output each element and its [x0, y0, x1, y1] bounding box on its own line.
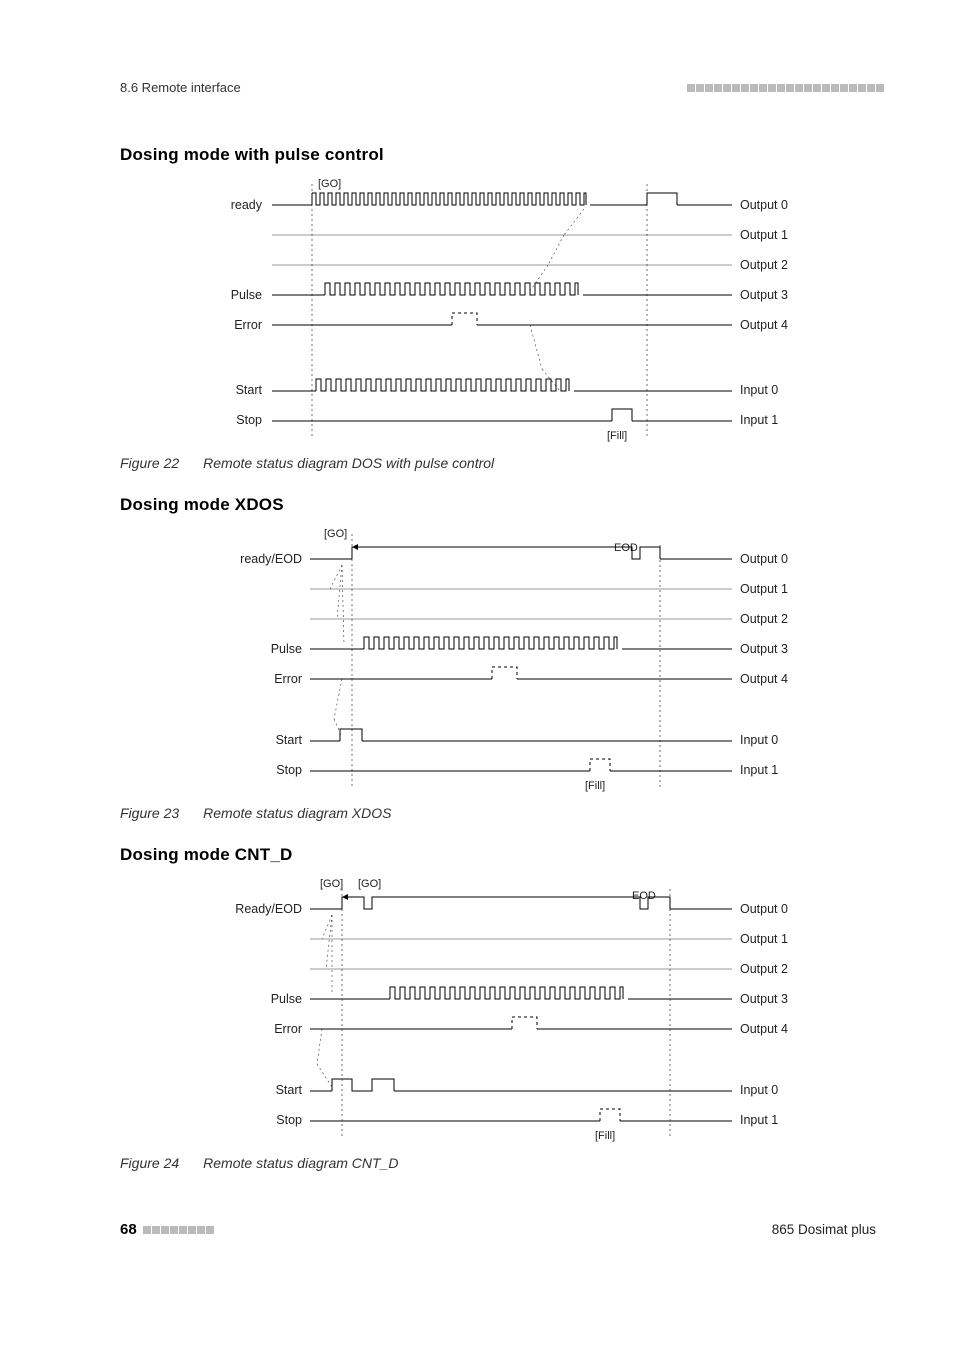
- label-out3: Output 3: [740, 992, 788, 1006]
- label-stop: Stop: [236, 413, 262, 427]
- label-out2: Output 2: [740, 612, 788, 626]
- label-error: Error: [274, 672, 302, 686]
- label-out1: Output 1: [740, 582, 788, 596]
- label-ready-eod: ready/EOD: [240, 552, 302, 566]
- label-pulse: Pulse: [271, 642, 302, 656]
- section-heading-3: Dosing mode CNT_D: [120, 845, 884, 865]
- figure-22-caption: Figure 22Remote status diagram DOS with …: [120, 455, 884, 471]
- label-stop: Stop: [276, 1113, 302, 1127]
- label-output2: Output 2: [740, 258, 788, 272]
- label-output0: Output 0: [740, 198, 788, 212]
- figure-24-caption: Figure 24Remote status diagram CNT_D: [120, 1155, 884, 1171]
- doc-title: 865 Dosimat plus: [772, 1222, 876, 1237]
- section-heading-1: Dosing mode with pulse control: [120, 145, 884, 165]
- label-out0: Output 0: [740, 552, 788, 566]
- label-in1: Input 1: [740, 1113, 778, 1127]
- label-stop: Stop: [276, 763, 302, 777]
- label-out3: Output 3: [740, 642, 788, 656]
- label-go2: [GO]: [358, 878, 381, 890]
- label-ready-eod: Ready/EOD: [235, 902, 302, 916]
- header-ornament: [687, 84, 884, 92]
- label-error: Error: [274, 1022, 302, 1036]
- label-out0: Output 0: [740, 902, 788, 916]
- diagram-cntd: [GO] [GO] EOD Ready/EOD Output 0 Output …: [192, 869, 812, 1149]
- label-start: Start: [236, 383, 263, 397]
- label-ready: ready: [231, 198, 263, 212]
- label-input0: Input 0: [740, 383, 778, 397]
- label-out4: Output 4: [740, 1022, 788, 1036]
- label-go1: [GO]: [320, 878, 343, 890]
- label-start: Start: [276, 733, 303, 747]
- label-out1: Output 1: [740, 932, 788, 946]
- label-error: Error: [234, 318, 262, 332]
- section-heading-2: Dosing mode XDOS: [120, 495, 884, 515]
- label-output4: Output 4: [740, 318, 788, 332]
- label-fill: [Fill]: [607, 430, 627, 442]
- label-go: [GO]: [324, 528, 347, 540]
- footer-ornament: [143, 1226, 214, 1234]
- label-eod: EOD: [614, 542, 638, 554]
- label-eod: EOD: [632, 890, 656, 902]
- label-in0: Input 0: [740, 733, 778, 747]
- label-output3: Output 3: [740, 288, 788, 302]
- label-out2: Output 2: [740, 962, 788, 976]
- label-pulse: Pulse: [231, 288, 262, 302]
- label-fill: [Fill]: [595, 1130, 615, 1142]
- header-section: 8.6 Remote interface: [120, 80, 241, 95]
- label-out4: Output 4: [740, 672, 788, 686]
- label-pulse: Pulse: [271, 992, 302, 1006]
- diagram-xdos: [GO] EOD ready/EOD Output 0 Output 1 Out…: [192, 519, 812, 799]
- page-number: 68: [120, 1221, 137, 1238]
- label-in1: Input 1: [740, 763, 778, 777]
- label-output1: Output 1: [740, 228, 788, 242]
- figure-23-caption: Figure 23Remote status diagram XDOS: [120, 805, 884, 821]
- label-input1: Input 1: [740, 413, 778, 427]
- label-fill: [Fill]: [585, 780, 605, 792]
- label-go: [GO]: [318, 178, 341, 190]
- label-in0: Input 0: [740, 1083, 778, 1097]
- label-start: Start: [276, 1083, 303, 1097]
- diagram-dos-pulse: [GO] ready Output 0 Output 1 Output 2 Pu…: [192, 169, 812, 449]
